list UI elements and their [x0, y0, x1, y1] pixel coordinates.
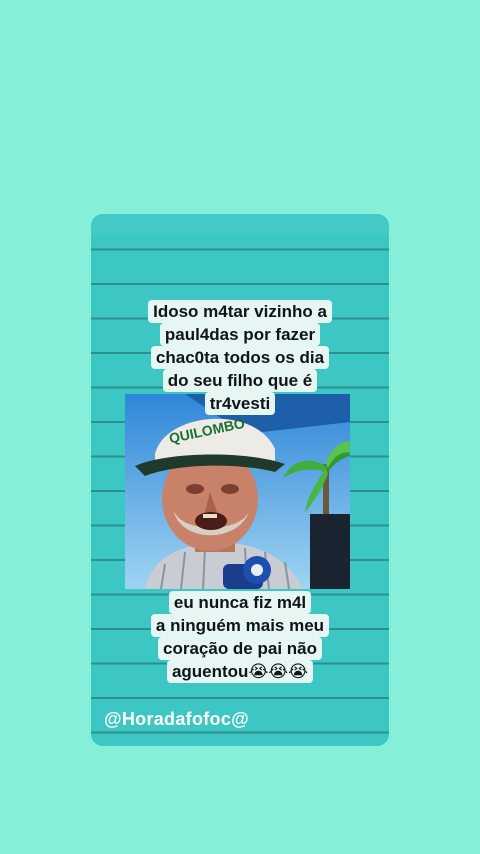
caption-line: do seu filho que é — [162, 369, 318, 392]
card-top-band — [91, 214, 389, 234]
caption-line: aguentou😭😭😭 — [166, 660, 314, 683]
caption-line: a ninguém mais meu — [150, 614, 330, 637]
caption-bottom: eu nunca fiz m4l a ninguém mais meu cora… — [145, 591, 335, 683]
caption-line: Idoso m4tar vizinho a — [148, 300, 332, 323]
news-photo: QUILOMBO — [125, 394, 350, 589]
caption-top: Idoso m4tar vizinho a paul4das por fazer… — [145, 300, 335, 415]
caption-line: chac0ta todos os dia — [150, 346, 330, 369]
caption-line: coração de pai não — [158, 637, 322, 660]
photo-illustration: QUILOMBO — [125, 394, 350, 589]
account-handle[interactable]: @Horadafofoc@ — [104, 709, 249, 730]
caption-line: paul4das por fazer — [159, 323, 321, 346]
caption-line: eu nunca fiz m4l — [168, 591, 312, 614]
caption-line: tr4vesti — [204, 392, 276, 415]
